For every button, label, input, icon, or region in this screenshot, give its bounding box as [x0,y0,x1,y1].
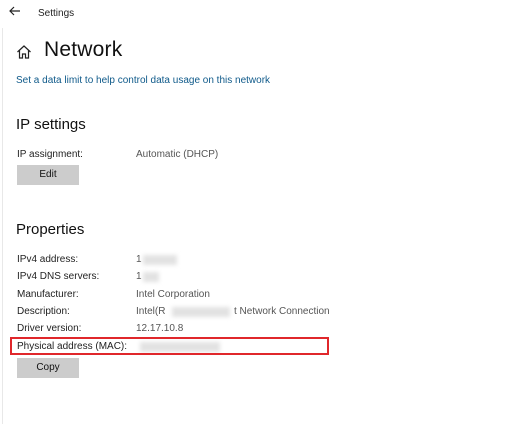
dns-label: IPv4 DNS servers: [17,271,100,282]
title-bar: Settings [0,0,520,28]
driver-version-label: Driver version: [17,323,82,334]
back-button[interactable] [8,4,22,18]
description-value-start: Intel(R [136,306,166,317]
mac-highlight-box [10,337,329,355]
description-redaction [172,307,230,317]
window-edge [2,28,3,424]
description-label: Description: [17,306,70,317]
ip-assignment-label: IP assignment: [17,149,83,160]
manufacturer-label: Manufacturer: [17,289,79,300]
page-title: Network [44,38,123,61]
data-limit-link[interactable]: Set a data limit to help control data us… [16,75,270,86]
ip-settings-heading: IP settings [16,116,86,133]
ipv4-value: 1 [136,254,142,265]
app-title: Settings [38,8,75,19]
back-arrow-icon [9,6,20,16]
properties-heading: Properties [16,221,85,238]
edit-button[interactable]: Edit [17,165,79,185]
manufacturer-value: Intel Corporation [136,289,210,300]
driver-version-value: 12.17.10.8 [136,323,184,334]
ipv4-redaction [143,255,177,265]
ipv4-label: IPv4 address: [17,254,79,265]
ip-assignment-value: Automatic (DHCP) [136,149,219,160]
home-icon [16,44,32,60]
dns-value: 1 [136,271,142,282]
dns-redaction [143,272,159,282]
copy-button[interactable]: Copy [17,358,79,378]
description-value-end: t Network Connection [234,306,330,317]
